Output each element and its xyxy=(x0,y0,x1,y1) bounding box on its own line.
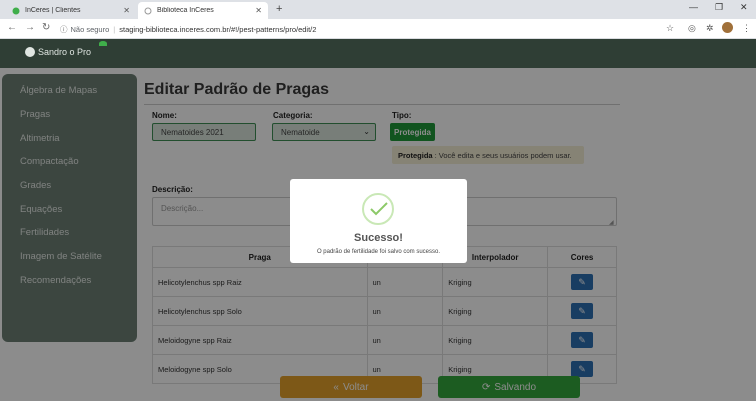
info-icon[interactable]: ⓘ xyxy=(60,24,68,35)
reload-icon[interactable]: ↻ xyxy=(42,22,50,33)
success-modal: Sucesso! O padrão de fertilidade foi sal… xyxy=(290,179,467,263)
loading-icon xyxy=(144,7,152,15)
extension-icon[interactable]: ◎ xyxy=(688,23,696,34)
browser-tab-biblioteca[interactable]: Biblioteca InCeres ✕ xyxy=(138,2,268,19)
security-label: Não seguro xyxy=(70,24,110,34)
tab-title: InCeres | Clientes xyxy=(25,7,81,14)
tab-title: Biblioteca InCeres xyxy=(157,7,214,14)
url-field[interactable]: ⓘ Não seguro | staging-biblioteca.incere… xyxy=(60,22,680,36)
modal-message: O padrão de fertilidade foi salvo com su… xyxy=(316,249,441,255)
close-icon[interactable]: ✕ xyxy=(123,6,130,15)
browser-tab-clientes[interactable]: InCeres | Clientes ✕ xyxy=(6,2,136,19)
modal-title: Sucesso! xyxy=(354,232,403,244)
star-icon[interactable]: ☆ xyxy=(666,23,674,34)
back-arrow-icon[interactable]: ← xyxy=(7,22,17,33)
user-menu[interactable]: Sandro o Pro xyxy=(25,47,91,57)
separator: | xyxy=(113,24,116,34)
address-bar: ← → ↻ ⓘ Não seguro | staging-biblioteca.… xyxy=(0,19,756,39)
user-icon xyxy=(25,47,35,57)
window-close-icon[interactable]: ✕ xyxy=(740,2,748,13)
maximize-icon[interactable]: ❐ xyxy=(715,2,723,13)
success-check-icon xyxy=(362,193,394,225)
new-tab-plus-icon[interactable]: + xyxy=(276,3,282,15)
browser-tab-bar: InCeres | Clientes ✕ Biblioteca InCeres … xyxy=(0,0,756,19)
close-icon[interactable]: ✕ xyxy=(255,6,262,15)
user-name: Sandro o Pro xyxy=(38,47,92,57)
url-text: staging-biblioteca.inceres.com.br/#!/pes… xyxy=(119,24,317,34)
menu-dots-icon[interactable]: ⋮ xyxy=(742,23,751,34)
inceres-favicon-icon xyxy=(12,7,20,15)
profile-avatar[interactable] xyxy=(722,22,733,33)
leaf-icon xyxy=(99,41,107,46)
puzzle-icon[interactable]: ✲ xyxy=(706,23,714,34)
minimize-icon[interactable]: — xyxy=(689,2,698,12)
forward-arrow-icon[interactable]: → xyxy=(25,22,35,33)
app-header: Sandro o Pro xyxy=(0,39,756,68)
